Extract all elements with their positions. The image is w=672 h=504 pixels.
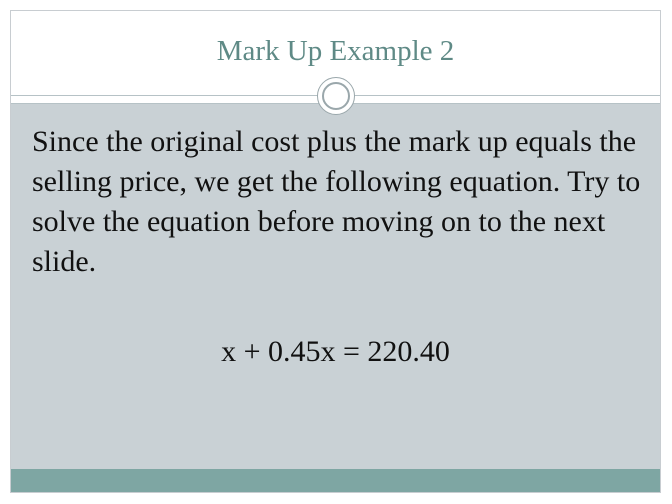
divider-circle-inner-icon	[322, 82, 350, 110]
body-text: Since the original cost plus the mark up…	[32, 125, 641, 278]
footer-bar	[11, 469, 660, 492]
slide-title: Mark Up Example 2	[216, 35, 455, 67]
equation: x + 0.45x = 220.40	[221, 335, 450, 368]
slide: Mark Up Example 2 Since the original cos…	[10, 10, 661, 493]
divider-circle-icon	[317, 77, 355, 115]
